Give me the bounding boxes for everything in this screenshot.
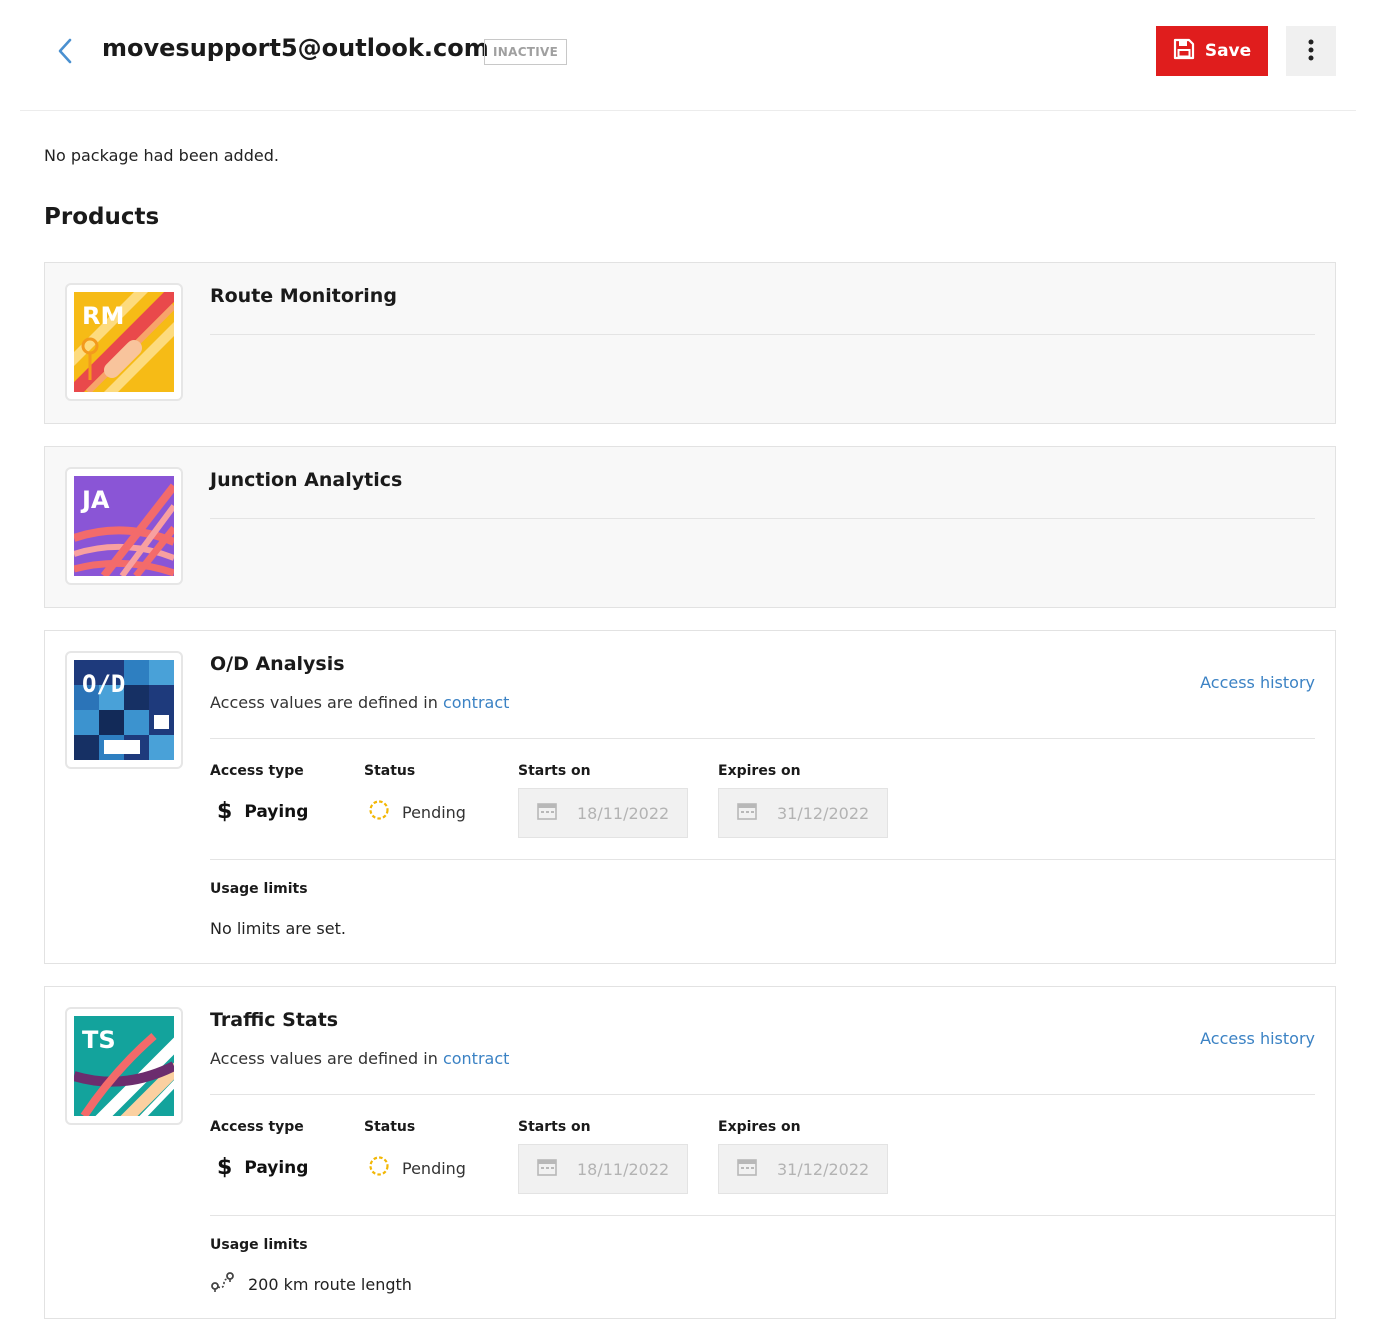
calendar-icon	[537, 1158, 557, 1180]
dollar-icon: $	[217, 1155, 233, 1180]
product-card-od-analysis: O/D O/D Analysis Access values are defin…	[44, 630, 1336, 964]
divider	[210, 738, 1315, 739]
expires-on-label: Expires on	[718, 1119, 801, 1135]
back-arrow-icon[interactable]	[54, 36, 80, 66]
calendar-icon	[737, 802, 757, 824]
status-label: Status	[364, 763, 416, 779]
expires-on-label: Expires on	[718, 763, 801, 779]
od-analysis-logo-text: O/D	[82, 670, 125, 698]
junction-analytics-logo-text: JA	[80, 486, 110, 514]
product-card-route-monitoring: RM Route Monitoring	[44, 262, 1336, 424]
calendar-icon	[737, 1158, 757, 1180]
pending-spinner-icon	[368, 1155, 390, 1181]
floppy-disk-icon	[1173, 38, 1195, 65]
product-card-junction-analytics: JA Junction Analytics	[44, 446, 1336, 608]
divider	[210, 1215, 1335, 1216]
usage-limits-label: Usage limits	[210, 881, 308, 897]
starts-on-label: Starts on	[518, 1119, 591, 1135]
product-name: Traffic Stats	[210, 1009, 339, 1031]
no-package-notice: No package had been added.	[44, 146, 279, 165]
access-type-label: Access type	[210, 1119, 304, 1135]
kebab-menu-icon	[1308, 39, 1314, 64]
expires-on-date-field[interactable]: 31/12/2022	[718, 1144, 888, 1194]
calendar-icon	[537, 802, 557, 824]
access-history-link[interactable]: Access history	[1200, 1029, 1315, 1048]
access-type-label: Access type	[210, 763, 304, 779]
route-length-icon	[210, 1271, 236, 1297]
traffic-stats-logo-text: TS	[82, 1026, 116, 1054]
access-type-value: $ Paying	[217, 1155, 309, 1180]
usage-limits-value: No limits are set.	[210, 919, 346, 938]
starts-on-date-field[interactable]: 18/11/2022	[518, 788, 688, 838]
usage-limits-value: 200 km route length	[210, 1271, 412, 1297]
usage-limits-label: Usage limits	[210, 1237, 308, 1253]
product-name: O/D Analysis	[210, 653, 345, 675]
contract-link[interactable]: contract	[443, 693, 509, 712]
divider	[210, 518, 1315, 519]
product-card-traffic-stats: TS Traffic Stats Access values are defin…	[44, 986, 1336, 1319]
save-button-label: Save	[1204, 41, 1252, 61]
status-value: Pending	[368, 799, 466, 825]
status-label: Status	[364, 1119, 416, 1135]
page-header: movesupport5@outlook.com INACTIVE Save	[20, 0, 1356, 111]
od-analysis-logo: O/D	[65, 651, 183, 769]
access-values-note: Access values are defined in contract	[210, 1049, 510, 1068]
product-name: Junction Analytics	[210, 469, 403, 491]
access-values-note: Access values are defined in contract	[210, 693, 510, 712]
starts-on-date-field[interactable]: 18/11/2022	[518, 1144, 688, 1194]
route-monitoring-logo-text: RM	[82, 302, 124, 330]
traffic-stats-logo: TS	[65, 1007, 183, 1125]
junction-analytics-logo: JA	[65, 467, 183, 585]
contract-link[interactable]: contract	[443, 1049, 509, 1068]
access-type-value: $ Paying	[217, 799, 309, 824]
expires-on-date-field[interactable]: 31/12/2022	[718, 788, 888, 838]
product-name: Route Monitoring	[210, 285, 397, 307]
access-history-link[interactable]: Access history	[1200, 673, 1315, 692]
route-monitoring-logo: RM	[65, 283, 183, 401]
dollar-icon: $	[217, 799, 233, 824]
status-value: Pending	[368, 1155, 466, 1181]
divider	[210, 859, 1335, 860]
save-button[interactable]: Save	[1156, 26, 1268, 76]
pending-spinner-icon	[368, 799, 390, 825]
divider	[210, 334, 1315, 335]
page-title: movesupport5@outlook.com	[102, 34, 489, 62]
more-options-button[interactable]	[1286, 26, 1336, 76]
status-badge: INACTIVE	[484, 39, 568, 65]
products-heading: Products	[44, 204, 160, 230]
starts-on-label: Starts on	[518, 763, 591, 779]
divider	[210, 1094, 1315, 1095]
